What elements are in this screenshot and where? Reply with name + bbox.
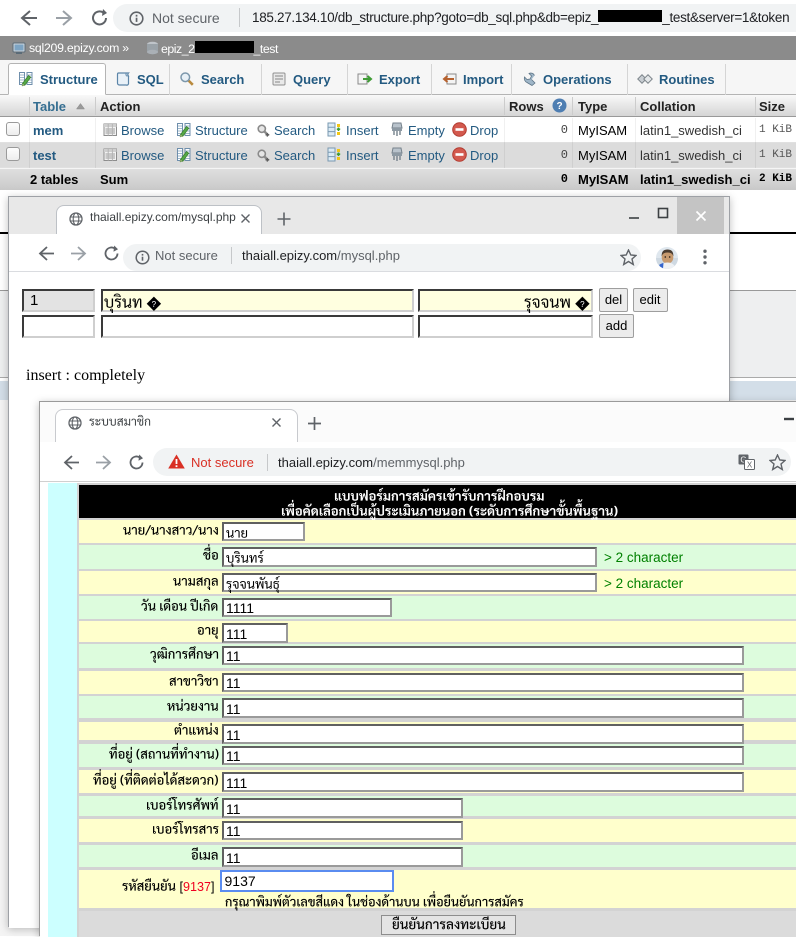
svg-text:?: ?	[556, 101, 562, 112]
svg-text:?: ?	[152, 300, 157, 309]
svg-text:?: ?	[580, 300, 585, 309]
svg-text:X: X	[747, 461, 753, 470]
